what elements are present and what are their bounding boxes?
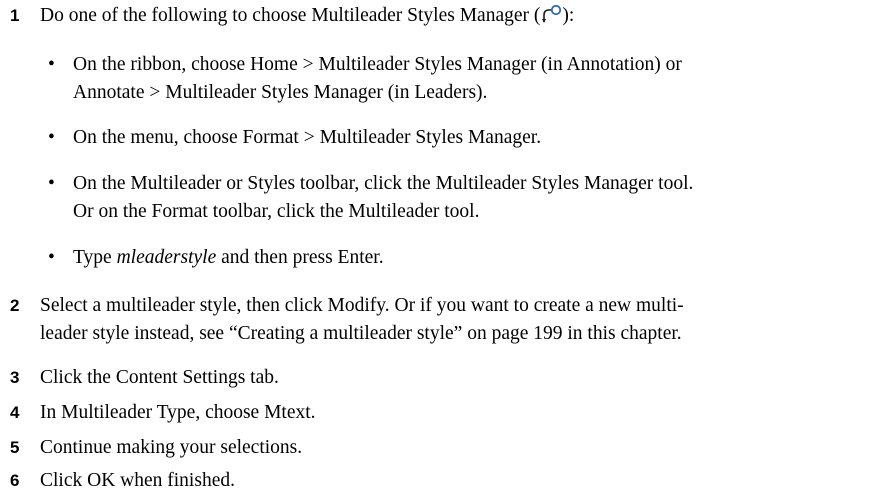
- bullet-text: Type mleaderstyle and then press Enter.: [73, 244, 878, 272]
- step-number: 5: [10, 438, 20, 457]
- bullet-text: On the menu, choose Format > Multileader…: [73, 124, 878, 152]
- instruction-document: 1 Do one of the following to choose Mult…: [0, 0, 888, 496]
- bullet-text: On the Multileader or Styles toolbar, cl…: [73, 170, 878, 226]
- step-text: Click the Content Settings tab.: [40, 367, 279, 388]
- step-number: 4: [10, 403, 20, 422]
- bullet-line: On the ribbon, choose Home > Multileader…: [73, 54, 682, 75]
- bullet-line: On the Multileader or Styles toolbar, cl…: [73, 173, 694, 194]
- step-number: 6: [10, 471, 20, 490]
- step-text: Do one of the following to choose Multil…: [40, 2, 875, 30]
- bullet-dot: •: [48, 54, 55, 75]
- bullet-suffix: and then press Enter.: [216, 247, 384, 268]
- bullet-prefix: Type: [73, 247, 117, 268]
- step-number: 2: [10, 296, 20, 315]
- step-text: Click OK when finished.: [40, 470, 235, 491]
- step-1-text-before-icon: Do one of the following to choose Multil…: [40, 5, 541, 26]
- bullet-line: Annotate > Multileader Styles Manager (i…: [73, 82, 488, 103]
- step-line: leader style instead, see “Creating a mu…: [40, 323, 682, 344]
- step-1-text-after-icon: ):: [562, 5, 575, 26]
- step-text: In Multileader Type, choose Mtext.: [40, 402, 316, 423]
- bullet-dot: •: [48, 127, 55, 148]
- step-text: Continue making your selections.: [40, 437, 303, 458]
- multileader-styles-manager-icon: [540, 3, 562, 25]
- step-number: 3: [10, 368, 20, 387]
- command-name: mleaderstyle: [116, 247, 217, 268]
- step-text: Select a multileader style, then click M…: [40, 292, 875, 348]
- bullet-line: On the menu, choose Format > Multileader…: [73, 127, 542, 148]
- bullet-line: Or on the Format toolbar, click the Mult…: [73, 201, 480, 222]
- bullet-dot: •: [48, 173, 55, 194]
- step-line: Select a multileader style, then click M…: [40, 295, 684, 316]
- step-number: 1: [10, 6, 20, 25]
- bullet-text: On the ribbon, choose Home > Multileader…: [73, 51, 878, 107]
- bullet-dot: •: [48, 247, 55, 268]
